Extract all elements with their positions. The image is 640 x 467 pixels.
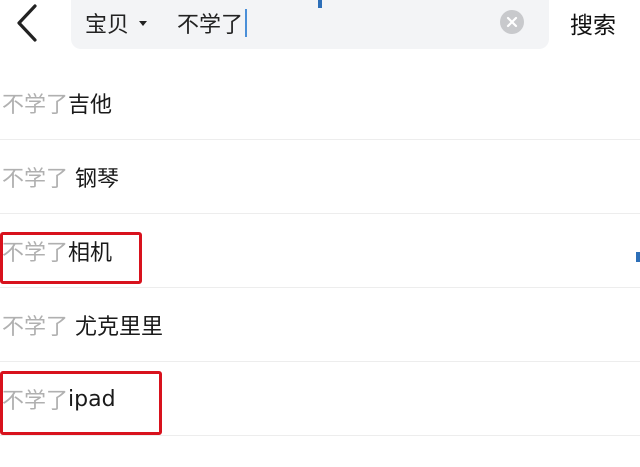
search-box: 宝贝 不学了 — [71, 0, 549, 49]
suggestion-suffix: 吉他 — [68, 93, 113, 118]
suggestion-text: 不学了 钢琴 — [2, 140, 119, 214]
highlight-box-ipad — [0, 371, 162, 435]
suggestion-prefix: 不学了 — [2, 167, 69, 192]
search-scope-label: 宝贝 — [85, 13, 130, 38]
scroll-indicator — [636, 252, 640, 262]
search-suggestion-screen: 宝贝 不学了 搜索 不学了 吉他 不学了 钢琴 不学了 相机 不学了 尤克里里 … — [0, 0, 640, 467]
suggestion-item-piano[interactable]: 不学了 钢琴 — [0, 140, 640, 214]
search-query-text: 不学了 — [177, 13, 244, 38]
search-scope-dropdown[interactable]: 宝贝 — [85, 6, 148, 40]
highlight-box-camera — [0, 232, 142, 284]
chevron-left-icon — [17, 4, 37, 42]
suggestion-item-guitar[interactable]: 不学了 吉他 — [0, 66, 640, 140]
clear-search-button[interactable] — [500, 10, 524, 34]
close-icon — [506, 16, 518, 28]
suggestion-suffix: 尤克里里 — [68, 315, 164, 340]
search-header: 宝贝 不学了 搜索 — [0, 0, 640, 66]
caret-down-icon — [139, 20, 148, 26]
suggestion-text: 不学了 尤克里里 — [2, 288, 163, 362]
search-button[interactable]: 搜索 — [570, 4, 616, 42]
suggestion-item-ukulele[interactable]: 不学了 尤克里里 — [0, 288, 640, 362]
text-cursor — [245, 9, 248, 37]
search-input[interactable]: 不学了 — [177, 6, 248, 40]
back-button[interactable] — [4, 0, 50, 46]
suggestion-prefix: 不学了 — [2, 93, 69, 118]
scroll-indicator — [318, 0, 322, 8]
suggestion-text: 不学了 吉他 — [2, 66, 112, 140]
suggestion-prefix: 不学了 — [2, 315, 69, 340]
suggestion-suffix: 钢琴 — [68, 167, 120, 192]
